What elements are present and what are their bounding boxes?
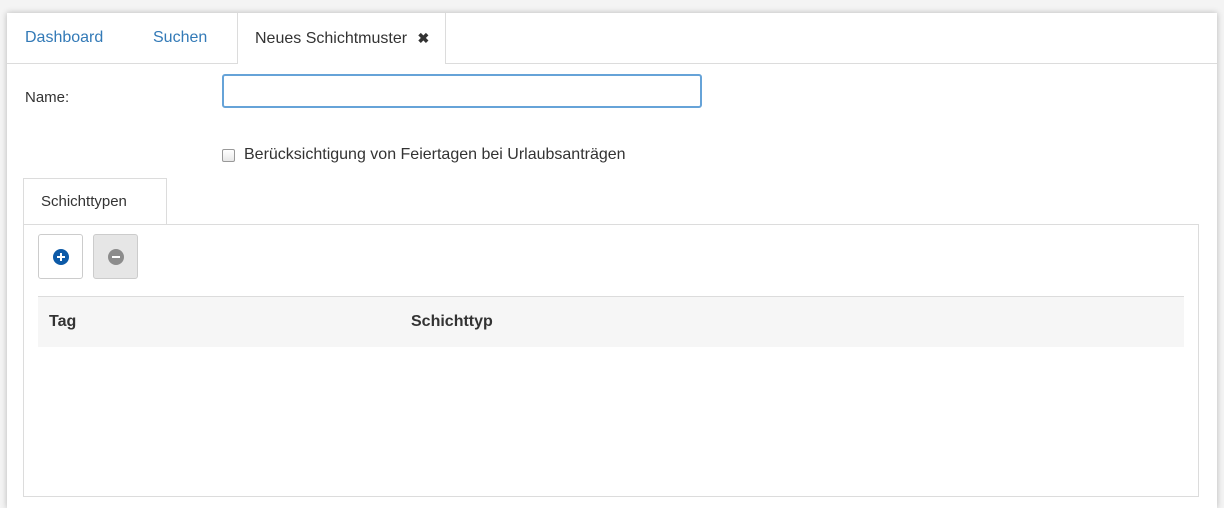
schichttypen-panel: Tag Schichttyp	[23, 224, 1199, 497]
tab-neues-schichtmuster[interactable]: Neues Schichtmuster ✖	[237, 13, 447, 64]
name-label: Name:	[25, 89, 70, 106]
tab-dashboard[interactable]: Dashboard	[25, 13, 103, 63]
plus-circle-icon	[52, 248, 69, 265]
holiday-checkbox-row[interactable]: Berücksichtigung von Feiertagen bei Urla…	[222, 146, 626, 164]
tab-label: Neues Schichtmuster	[255, 30, 408, 47]
column-header-schichttyp[interactable]: Schichttyp	[411, 313, 493, 331]
remove-button[interactable]	[93, 234, 138, 279]
close-icon[interactable]: ✖	[418, 30, 430, 46]
column-header-tag[interactable]: Tag	[49, 313, 76, 331]
minus-circle-icon	[107, 248, 124, 265]
holiday-checkbox-label[interactable]: Berücksichtigung von Feiertagen bei Urla…	[244, 146, 626, 164]
table-header: Tag Schichttyp	[38, 296, 1184, 347]
name-input[interactable]	[222, 74, 702, 108]
add-button[interactable]	[38, 234, 83, 279]
tab-suchen[interactable]: Suchen	[153, 13, 207, 63]
holiday-checkbox[interactable]	[222, 148, 235, 162]
tab-bar: Dashboard Suchen Neues Schichtmuster ✖	[7, 13, 1217, 64]
main-window: Dashboard Suchen Neues Schichtmuster ✖ N…	[7, 13, 1217, 508]
tab-schichttypen[interactable]: Schichttypen	[23, 178, 167, 225]
